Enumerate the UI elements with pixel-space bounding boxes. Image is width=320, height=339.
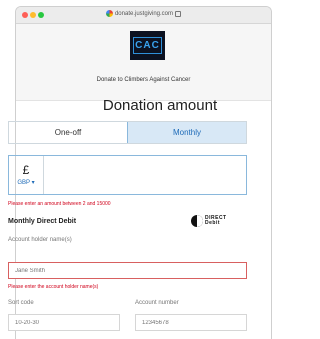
currency-symbol: £	[22, 163, 30, 177]
account-holder-error: Please enter the account holder name(s)	[8, 284, 99, 290]
direct-debit-logo: DIRECT Debit	[191, 215, 227, 227]
direct-debit-icon	[191, 215, 203, 227]
tab-one-off[interactable]: One-off	[9, 122, 127, 143]
charity-header: CAC Donate to Climbers Against Cancer	[16, 24, 271, 101]
amount-error: Please enter an amount between 2 and 150…	[8, 201, 111, 207]
charity-logo-text: CAC	[133, 37, 162, 54]
charity-name: Donate to Climbers Against Cancer	[96, 77, 191, 83]
section-title: Monthly Direct Debit	[8, 218, 77, 225]
currency-code-dropdown[interactable]: GBP ▾	[17, 179, 34, 186]
sort-code-input[interactable]	[8, 314, 120, 331]
account-number-input[interactable]	[135, 314, 247, 331]
direct-debit-logo-text: DIRECT Debit	[205, 215, 227, 226]
sort-code-label: Sort code	[8, 300, 34, 306]
caret-down-icon: ▾	[31, 180, 35, 186]
amount-field: £ GBP ▾	[8, 155, 247, 195]
currency-code: GBP	[17, 180, 30, 186]
frequency-toggle: One-off Monthly	[8, 121, 247, 144]
page-title: Donation amount	[102, 97, 218, 114]
browser-titlebar: donate.justgiving.com	[16, 7, 271, 24]
address-bar[interactable]: donate.justgiving.com	[16, 10, 271, 17]
google-icon	[105, 10, 113, 17]
account-holder-label: Account holder name(s)	[8, 237, 72, 243]
tab-monthly[interactable]: Monthly	[127, 122, 246, 143]
account-holder-input[interactable]	[8, 262, 247, 279]
account-number-label: Account number	[135, 300, 179, 306]
amount-input[interactable]	[44, 156, 246, 194]
charity-logo: CAC	[130, 31, 165, 60]
address-bar-url: donate.justgiving.com	[114, 11, 174, 18]
lock-icon	[175, 10, 182, 17]
currency-selector[interactable]: £ GBP ▾	[9, 156, 44, 194]
